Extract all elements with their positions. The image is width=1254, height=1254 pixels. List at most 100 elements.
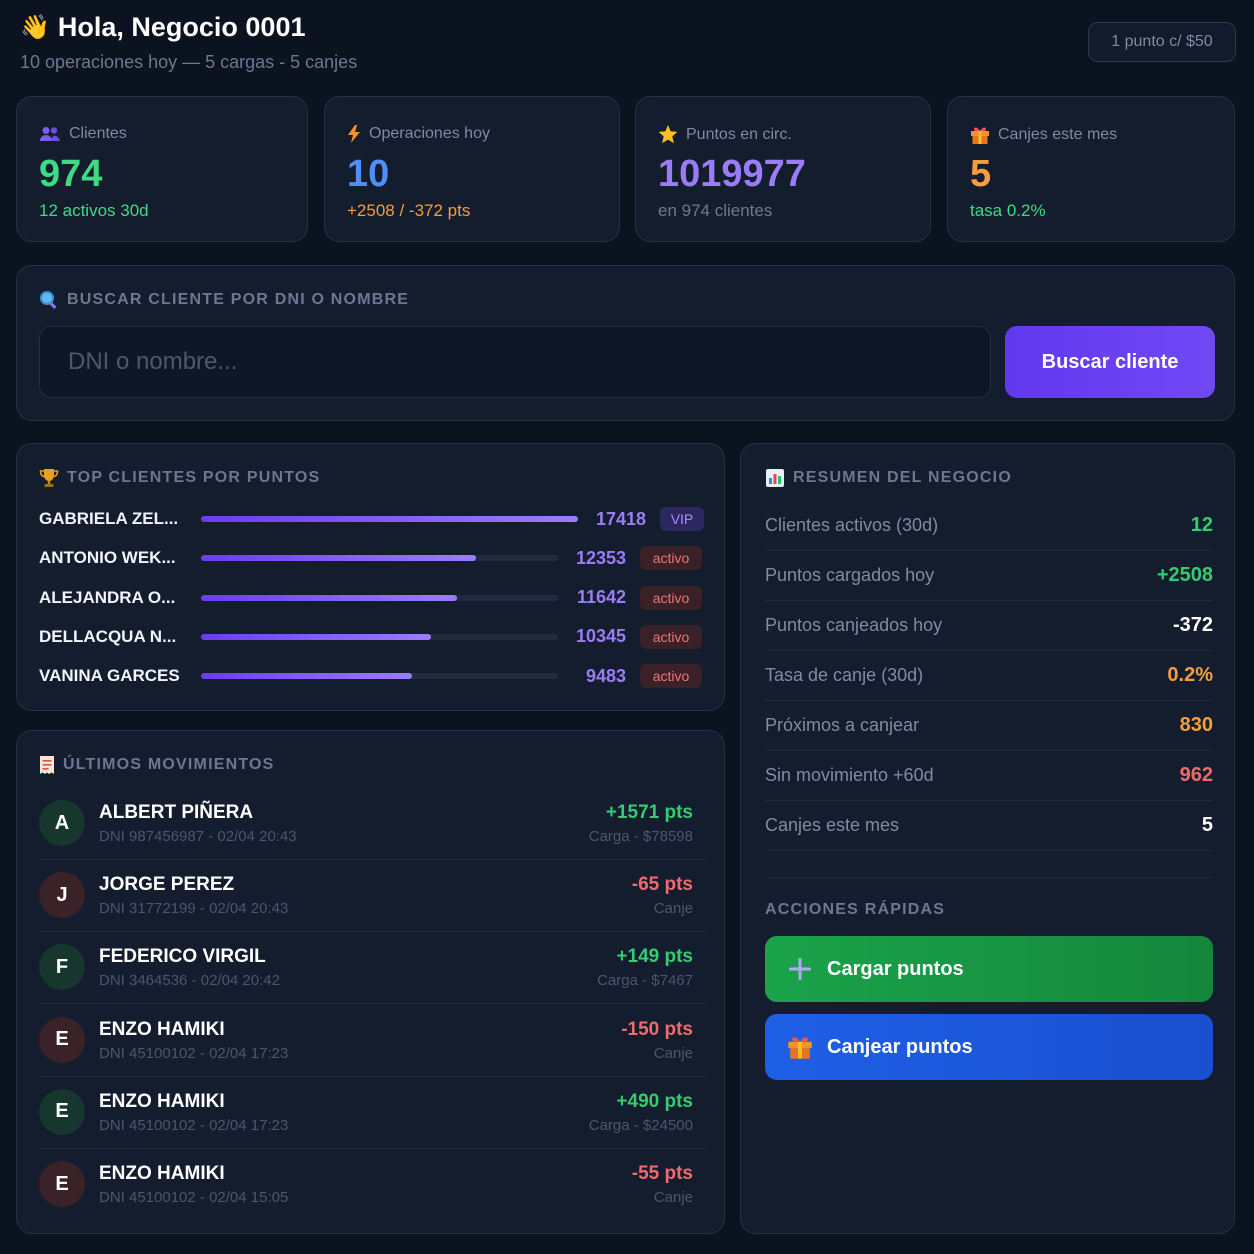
stat-label: Canjes este mes	[998, 126, 1118, 143]
top-client-points: 11642	[576, 587, 626, 608]
top-client-points: 17418	[595, 508, 646, 529]
movements-card: ÚLTIMOS MOVIMIENTOS A ALBERT PIÑERA DNI 98…	[16, 730, 725, 1234]
movement-meta: DNI 3464536 - 02/04 20:42	[99, 972, 280, 990]
summary-label: Tasa de canje (30d)	[765, 665, 924, 685]
page-subtitle: 10 operaciones hoy — 5 cargas - 5 canjes	[20, 52, 358, 72]
points-bar	[201, 516, 578, 522]
top-client-row[interactable]: DELLACQUA N... 10345 activo	[39, 621, 705, 653]
plus-icon	[789, 958, 811, 980]
search-input[interactable]	[39, 326, 991, 398]
users-icon	[40, 127, 60, 141]
summary-label: Clientes activos (30d)	[765, 515, 939, 535]
trophy-icon	[39, 469, 59, 487]
summary-row: Sin movimiento +60d 962	[765, 751, 1213, 801]
magnifier-icon	[40, 291, 56, 309]
summary-row: Tasa de canje (30d) 0.2%	[765, 651, 1213, 701]
movement-type: Carga - $7467	[597, 972, 693, 990]
summary-label: Canjes este mes	[765, 815, 900, 835]
movement-row[interactable]: E ENZO HAMIKI DNI 45100102 - 02/04 17:23 -1…	[39, 1005, 707, 1077]
points-bar-fill	[201, 516, 578, 522]
summary-label: Sin movimiento +60d	[765, 765, 934, 785]
status-badge: VIP	[660, 507, 704, 531]
movement-meta: DNI 45100102 - 02/04 15:05	[99, 1189, 289, 1206]
stat-label: Puntos en circ.	[686, 125, 792, 143]
movement-type: Carga - $24500	[588, 1116, 693, 1134]
movement-points: +1571 pts	[605, 802, 693, 823]
summary-row: Puntos cargados hoy +2508	[765, 551, 1213, 601]
stat-value: 10	[347, 153, 390, 195]
movement-row[interactable]: J JORGE PEREZ DNI 31772199 - 02/04 20:43 -6…	[39, 860, 707, 933]
movement-client-name: ALBERT PIÑERA	[99, 802, 254, 823]
movement-type: Canje	[653, 900, 693, 918]
lightning-icon	[348, 125, 360, 143]
stat-label: Clientes	[69, 125, 127, 142]
receipt-icon	[40, 756, 54, 774]
summary-label: Próximos a canjear	[765, 715, 920, 735]
top-client-row[interactable]: ALEJANDRA O... 11642 activo	[39, 582, 705, 614]
search-button[interactable]: Buscar cliente	[1005, 326, 1215, 398]
summary-value: 830	[1179, 714, 1213, 736]
movement-row[interactable]: E ENZO HAMIKI DNI 45100102 - 02/04 15:05 -5…	[39, 1149, 707, 1221]
top-client-row[interactable]: VANINA GARCES 9483 activo	[39, 660, 705, 692]
stat-subtext: tasa 0.2%	[970, 201, 1046, 220]
movement-row[interactable]: E ENZO HAMIKI DNI 45100102 - 02/04 17:23 +4…	[39, 1077, 707, 1149]
avatar: J	[39, 872, 85, 919]
summary-row: Puntos canjeados hoy -372	[765, 601, 1213, 651]
avatar: E	[39, 1161, 85, 1207]
movement-row[interactable]: A ALBERT PIÑERA DNI 987456987 - 02/04 20:4…	[39, 788, 707, 860]
star-icon	[658, 125, 678, 144]
movement-points: -65 pts	[631, 874, 693, 896]
movement-points: +490 pts	[616, 1090, 693, 1112]
avatar: E	[39, 1016, 85, 1063]
movement-meta: DNI 31772199 - 02/04 20:43	[99, 900, 289, 918]
load-points-button[interactable]: Cargar puntos	[765, 936, 1213, 1002]
movement-client-name: ENZO HAMIKI	[99, 1018, 225, 1040]
search-card: BUSCAR CLIENTE POR DNI O NOMBRE Buscar c…	[16, 265, 1235, 421]
movement-row[interactable]: F FEDERICO VIRGIL DNI 3464536 - 02/04 20:4…	[39, 932, 707, 1005]
movement-type: Carga - $78598	[588, 828, 693, 845]
stat-value: 5	[970, 153, 992, 195]
movement-type: Canje	[653, 1044, 693, 1062]
summary-row: Próximos a canjear 830	[765, 701, 1213, 751]
points-rate-badge: 1 punto c/ $50	[1088, 22, 1236, 62]
top-client-name: DELLACQUA N...	[39, 626, 177, 646]
points-bar	[201, 555, 558, 562]
stat-card-canjes: Canjes este mes 5 tasa 0.2%	[947, 96, 1235, 242]
summary-value: +2508	[1156, 564, 1213, 586]
search-section-title: BUSCAR CLIENTE POR DNI O NOMBRE	[67, 291, 410, 308]
stat-value: 1019977	[658, 153, 806, 195]
movement-points: -150 pts	[621, 1018, 693, 1040]
redeem-points-label: Canjear puntos	[827, 1035, 973, 1058]
stat-subtext: en 974 clientes	[658, 201, 773, 220]
stat-card-clientes: Clientes 974 12 activos 30d	[16, 96, 308, 242]
redeem-points-button[interactable]: Canjear puntos	[765, 1014, 1213, 1080]
summary-value: -372	[1172, 614, 1213, 636]
top-client-name: ANTONIO WEK...	[39, 548, 176, 568]
top-client-points: 12353	[575, 547, 626, 568]
points-bar	[201, 594, 558, 601]
summary-value: 962	[1179, 764, 1213, 786]
avatar: F	[39, 944, 85, 991]
movement-meta: DNI 45100102 - 02/04 17:23	[99, 1116, 289, 1134]
points-bar	[201, 673, 558, 680]
points-bar-fill	[201, 555, 477, 562]
top-clients-card: TOP CLIENTES POR PUNTOS GABRIELA ZEL... 1…	[16, 443, 725, 711]
top-client-row[interactable]: GABRIELA ZEL... 17418 VIP	[39, 503, 705, 535]
movement-client-name: JORGE PEREZ	[99, 874, 235, 896]
points-bar-fill	[201, 673, 413, 680]
summary-value: 0.2%	[1167, 664, 1213, 686]
top-client-row[interactable]: ANTONIO WEK... 12353 activo	[39, 542, 705, 574]
stat-card-operaciones: Operaciones hoy 10 +2508 / -372 pts	[324, 96, 620, 242]
points-bar	[201, 633, 558, 640]
movement-meta: DNI 45100102 - 02/04 17:23	[99, 1044, 289, 1062]
top-client-points: 10345	[575, 626, 626, 647]
movement-client-name: ENZO HAMIKI	[99, 1163, 225, 1184]
status-badge: activo	[640, 664, 702, 689]
avatar: A	[39, 800, 85, 846]
points-bar-fill	[201, 633, 431, 640]
summary-label: Puntos cargados hoy	[765, 565, 935, 585]
quick-actions-title: ACCIONES RÁPIDAS	[765, 901, 946, 918]
load-points-label: Cargar puntos	[827, 957, 964, 980]
status-badge: activo	[640, 585, 702, 610]
movement-points: -55 pts	[631, 1163, 693, 1184]
